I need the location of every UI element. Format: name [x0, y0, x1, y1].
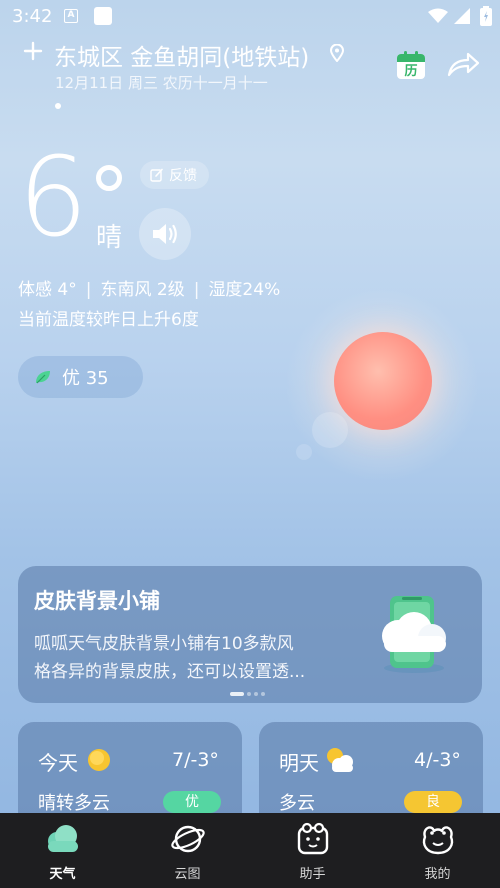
nav-assistant-label: 助手	[299, 867, 326, 882]
carousel-dot-active	[230, 692, 244, 696]
aqi-label: 优 35	[62, 368, 109, 389]
today-aqi-badge: 优	[163, 791, 221, 813]
frog-face-icon	[422, 826, 453, 855]
feedback-button[interactable]: 反馈	[140, 161, 209, 189]
phone-cloud-illustration	[382, 596, 446, 673]
carousel-dot	[247, 692, 251, 696]
signal-icon	[454, 8, 470, 24]
partly-cloudy-icon	[327, 748, 353, 772]
location-pin-icon	[330, 44, 344, 62]
date-line: 12月11日 周三 农历十一月十一	[55, 74, 268, 92]
leaf-icon	[36, 371, 50, 384]
feels-like: 体感 4°	[18, 280, 77, 300]
carousel-dot	[261, 692, 265, 696]
font-a-icon: A	[64, 9, 78, 23]
nav-profile[interactable]: 我的	[375, 813, 500, 888]
weather-details: 体感 4° | 东南风 2级 | 湿度24%	[18, 280, 281, 300]
calendar-glyph: 历	[404, 64, 417, 79]
lens-flare-small	[296, 444, 312, 460]
sun-illustration	[334, 332, 432, 430]
wifi-icon	[428, 8, 448, 23]
calendar-icon[interactable]: 历	[396, 50, 426, 80]
tomorrow-aqi-badge: 良	[404, 791, 462, 813]
humidity-info: 湿度24%	[208, 280, 281, 300]
feedback-label: 反馈	[169, 168, 197, 184]
skin-shop-desc-line1: 呱呱天气皮肤背景小铺有10多款风	[34, 634, 294, 654]
location-title[interactable]: 东城区 金鱼胡同(地铁站)	[54, 38, 309, 72]
nav-weather[interactable]: 天气	[0, 813, 125, 888]
voice-broadcast-button[interactable]	[139, 208, 191, 260]
nav-assistant[interactable]: 助手	[250, 813, 375, 888]
temperature-compare: 当前温度较昨日上升6度	[18, 310, 199, 330]
nav-cloud-map[interactable]: 云图	[125, 813, 250, 888]
skin-shop-description: 呱呱天气皮肤背景小铺有10多款风 格各异的背景皮肤，还可以设置透...	[34, 630, 354, 686]
share-icon[interactable]	[446, 50, 480, 78]
current-temperature: 6	[18, 133, 88, 261]
air-quality-pill[interactable]: 优 35	[18, 356, 143, 398]
tomorrow-temp-range: 4/-3°	[414, 749, 461, 771]
speaker-icon	[153, 224, 177, 244]
nav-cloud-map-label: 云图	[174, 867, 201, 882]
edit-icon	[150, 168, 163, 182]
today-temp-range: 7/-3°	[172, 749, 219, 771]
page-indicator-dot	[55, 103, 61, 109]
current-condition: 晴	[96, 223, 123, 253]
today-condition: 晴转多云	[38, 793, 110, 814]
wind-info: 东南风 2级	[100, 280, 185, 300]
add-city-icon[interactable]	[22, 40, 44, 62]
battery-icon	[480, 6, 492, 26]
nav-profile-label: 我的	[424, 867, 451, 882]
sun-icon	[88, 749, 110, 771]
tomorrow-label: 明天	[279, 751, 319, 775]
carousel-indicator	[230, 692, 265, 696]
today-label: 今天	[38, 751, 78, 775]
cloud-icon	[47, 825, 78, 852]
carousel-dot	[254, 692, 258, 696]
status-time: 3:42	[12, 6, 53, 27]
skin-shop-title: 皮肤背景小铺	[34, 589, 160, 613]
skin-shop-desc-line2: 格各异的背景皮肤，还可以设置透...	[34, 662, 306, 682]
nav-weather-label: 天气	[49, 867, 76, 882]
lens-flare	[312, 412, 348, 448]
notification-square-icon	[94, 7, 112, 25]
bottom-navigation: 天气 云图 助手 我的	[0, 813, 500, 888]
frog-assistant-icon	[297, 822, 328, 855]
planet-icon	[170, 825, 205, 853]
tomorrow-condition: 多云	[279, 793, 315, 814]
degree-symbol	[96, 165, 122, 191]
